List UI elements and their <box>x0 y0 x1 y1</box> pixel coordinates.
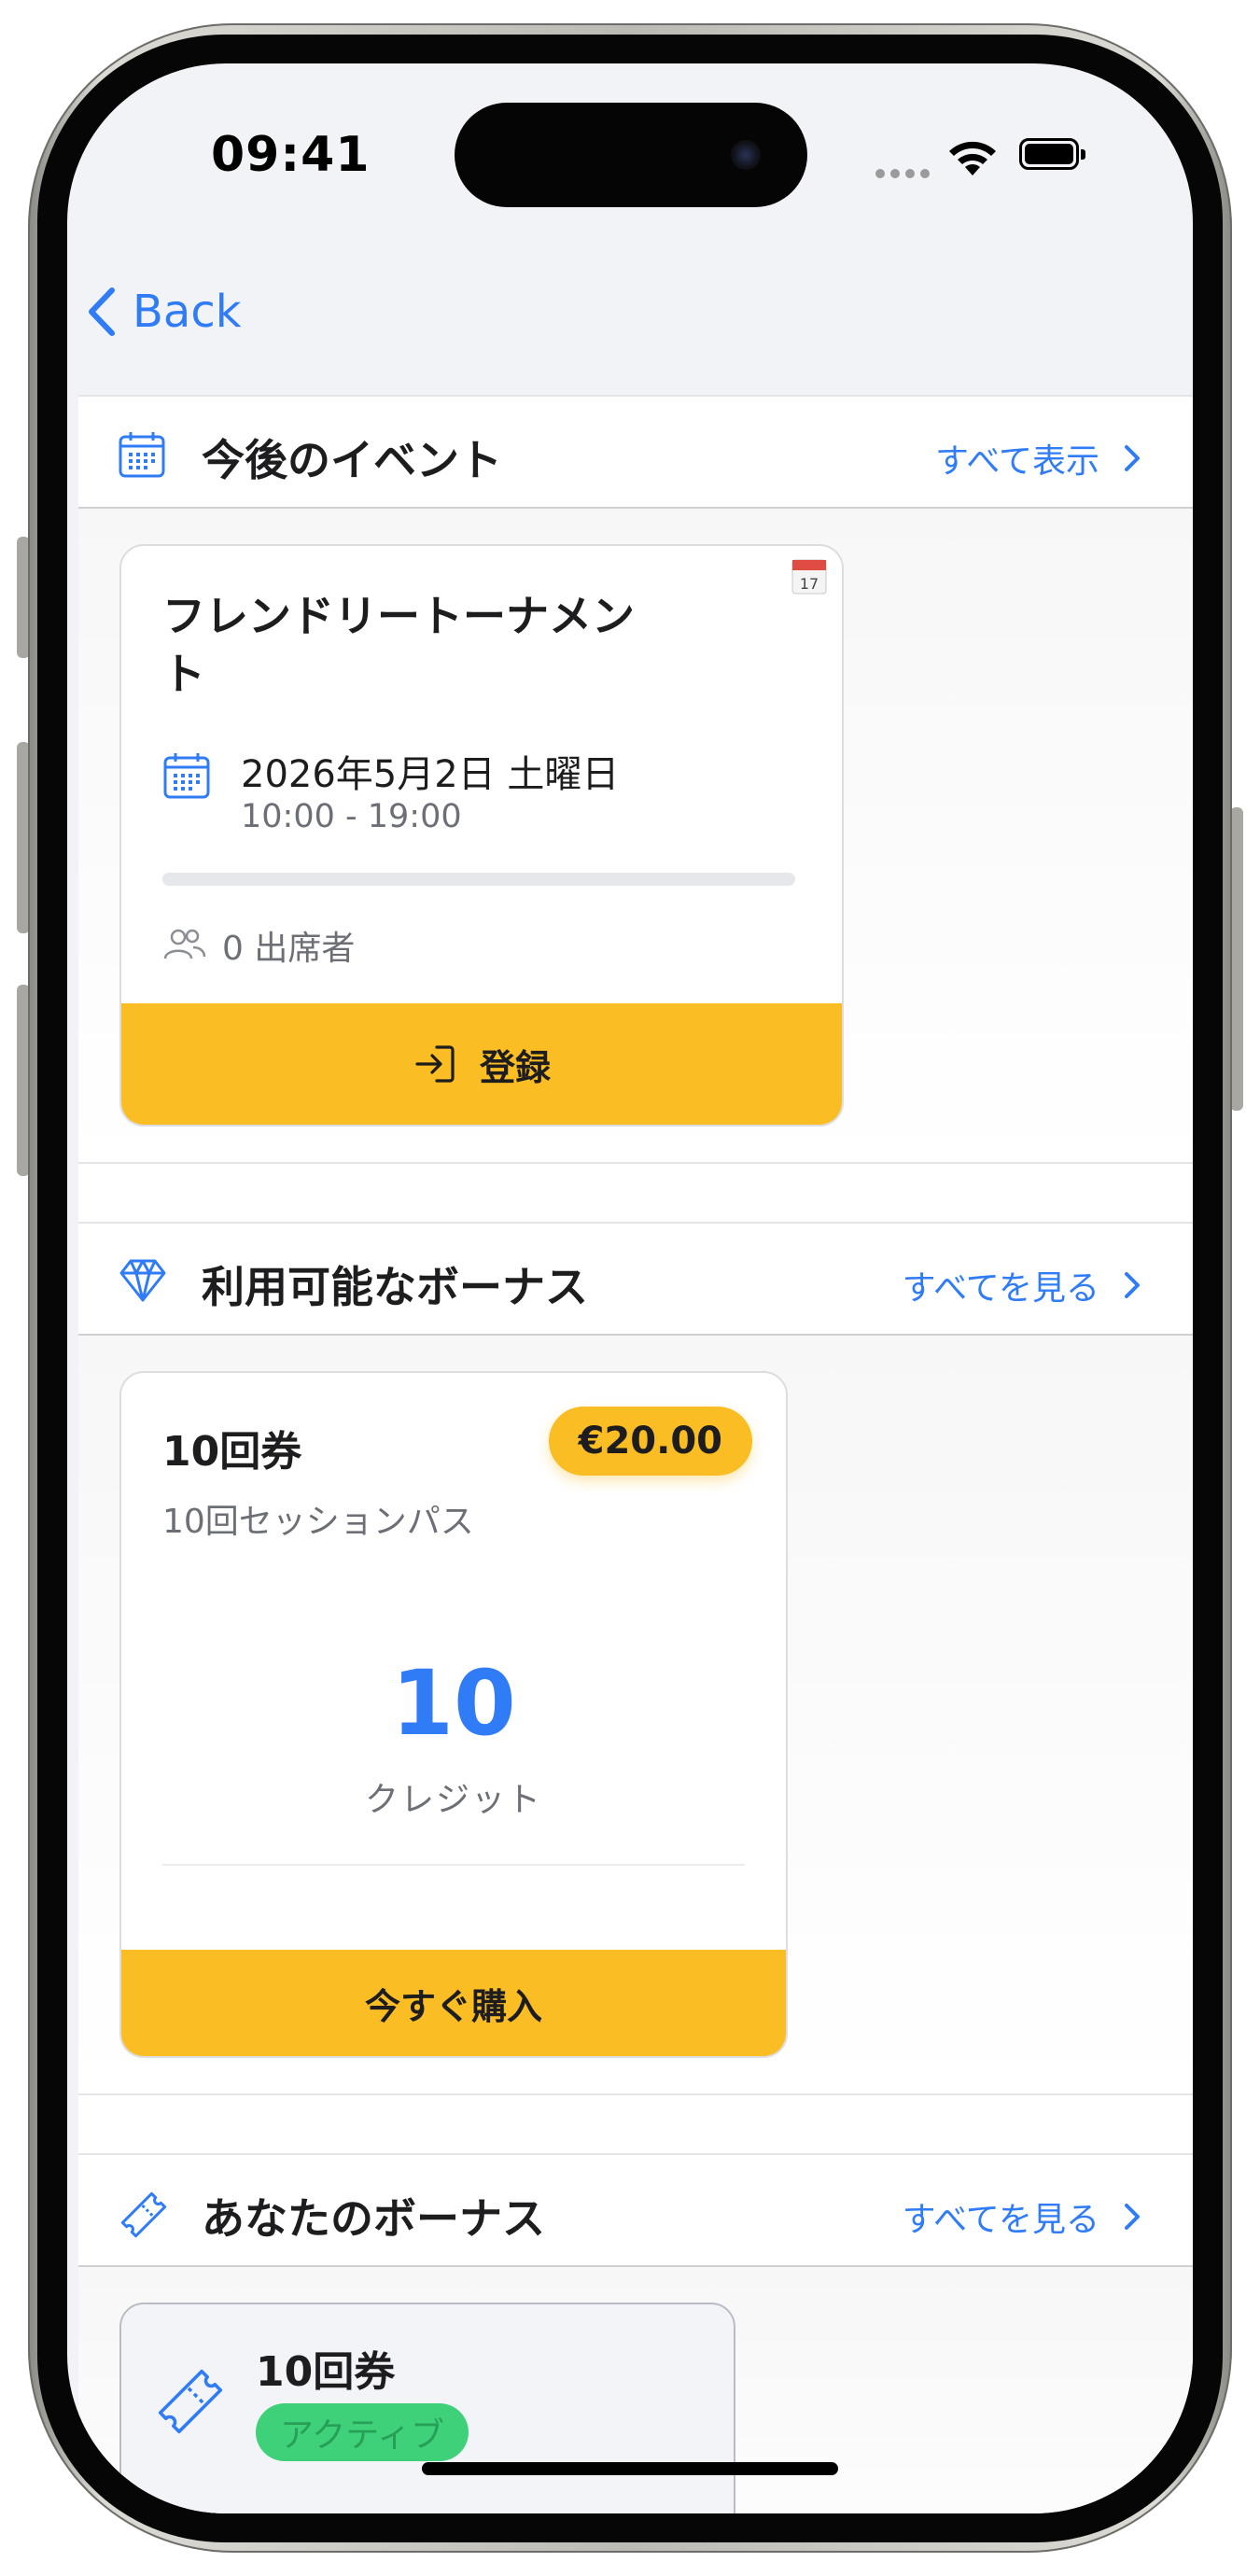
back-label: Back <box>133 286 242 338</box>
credits-label: クレジット <box>364 1781 542 1819</box>
status-badge: アクティブ <box>256 2403 469 2461</box>
cellular-signal-icon <box>875 164 935 182</box>
my-bonus-name: 10回券 <box>256 2348 396 2396</box>
my-bonus-card[interactable]: 10回券 アクティブ <box>119 2303 735 2513</box>
section-title: 今後のイベント <box>202 435 502 485</box>
credits-value: 10 <box>391 1651 516 1756</box>
svg-text:17: 17 <box>800 575 819 593</box>
chevron-right-icon <box>1125 2204 1140 2230</box>
status-time: 09:41 <box>211 127 371 183</box>
see-all-events-link[interactable]: すべて表示 <box>935 434 1141 483</box>
divider <box>162 1864 745 1866</box>
upcoming-events-header: 今後のイベント すべて表示 <box>78 395 1193 509</box>
camera-icon <box>731 140 761 170</box>
chevron-left-icon <box>89 287 115 336</box>
back-button[interactable]: Back <box>86 286 242 338</box>
available-bonuses-header: 利用可能なボーナス すべてを見る <box>78 1222 1193 1336</box>
see-all-label: すべてを見る <box>902 1269 1099 1308</box>
your-bonuses-list: 10回券 アクティブ <box>78 2267 1193 2513</box>
section-divider <box>78 2093 1193 2153</box>
chevron-right-icon <box>1125 1272 1140 1298</box>
buy-now-label: 今すぐ購入 <box>364 1985 542 2027</box>
battery-icon <box>1019 138 1085 170</box>
register-label: 登録 <box>479 1046 551 1088</box>
section-title: 利用可能なボーナス <box>202 1262 588 1312</box>
ticket-icon <box>120 2191 167 2238</box>
attendance-progress-bar <box>162 873 795 886</box>
see-all-bonuses-link[interactable]: すべてを見る <box>903 1261 1141 1309</box>
wifi-icon <box>949 141 996 175</box>
people-icon <box>163 929 206 959</box>
calendar-icon <box>163 753 210 799</box>
bonus-card[interactable]: 10回券 €20.00 10回セッションパス 10 クレジット 今すぐ購入 <box>119 1371 788 2058</box>
event-card[interactable]: 17 フレンドリートーナメント 2026年5月2日 土曜日 10:00 - 19… <box>119 544 844 1127</box>
dynamic-island <box>455 103 807 207</box>
bonus-description: 10回セッションパス <box>162 1503 474 1541</box>
price-badge: €20.00 <box>548 1407 752 1476</box>
home-indicator <box>422 2462 838 2475</box>
calendar-icon <box>119 432 165 478</box>
section-divider <box>78 1162 1193 1222</box>
buy-now-button[interactable]: 今すぐ購入 <box>121 1950 786 2056</box>
see-all-label: すべて表示 <box>934 442 1099 481</box>
event-title: フレンドリートーナメント <box>162 591 635 699</box>
event-date: 2026年5月2日 土曜日 <box>241 753 620 796</box>
attendee-count: 0 出席者 <box>222 930 356 968</box>
main-content: 今後のイベント すべて表示 17 フレンドリートーナメント 2026年5月2日 … <box>78 395 1193 2513</box>
upcoming-events-list: 17 フレンドリートーナメント 2026年5月2日 土曜日 10:00 - 19… <box>78 509 1193 1162</box>
sign-in-icon <box>415 1045 455 1083</box>
ticket-icon <box>158 2369 223 2434</box>
chevron-right-icon <box>1125 445 1140 471</box>
bonus-name: 10回券 <box>162 1428 302 1476</box>
available-bonuses-list: 10回券 €20.00 10回セッションパス 10 クレジット 今すぐ購入 <box>78 1336 1193 2093</box>
diamond-icon <box>119 1259 166 1302</box>
your-bonuses-header: あなたのボーナス すべてを見る <box>78 2153 1193 2267</box>
calendar-badge-icon: 17 <box>791 559 827 595</box>
see-all-label: すべてを見る <box>902 2201 1099 2239</box>
section-title: あなたのボーナス <box>202 2193 545 2244</box>
see-all-my-bonuses-link[interactable]: すべてを見る <box>903 2192 1141 2241</box>
power-button <box>1230 807 1243 1111</box>
screen: 09:41 Back 今後のイベント すべて表示 17 フレンドリートーナメント… <box>67 63 1193 2513</box>
event-time: 10:00 - 19:00 <box>241 798 462 835</box>
register-button[interactable]: 登録 <box>121 1003 842 1125</box>
